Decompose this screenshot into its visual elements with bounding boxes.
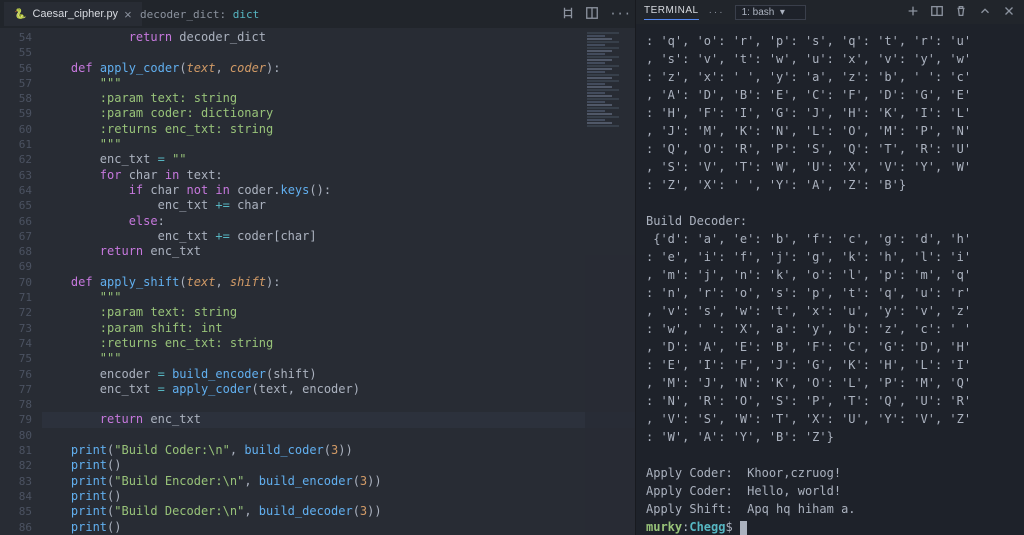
line-gutter: 5455565758596061626364656667686970717273… (0, 28, 42, 535)
editor-pane: 🐍 Caesar_cipher.py × ··· decoder_dict: d… (0, 0, 635, 535)
tab-bar: 🐍 Caesar_cipher.py × ··· (0, 0, 635, 28)
file-tab[interactable]: 🐍 Caesar_cipher.py × (4, 2, 142, 26)
code-content[interactable]: return decoder_dict def apply_coder(text… (42, 28, 635, 535)
split-editor-icon[interactable] (585, 6, 599, 23)
terminal-body[interactable]: : 'q', 'o': 'r', 'p': 's', 'q': 't', 'r'… (636, 24, 1024, 535)
minimap[interactable] (585, 28, 635, 535)
terminal-more-icon[interactable]: ··· (709, 7, 725, 18)
terminal-close-icon[interactable] (1002, 4, 1016, 21)
compare-changes-icon[interactable] (561, 6, 575, 23)
terminal-new-icon[interactable] (906, 4, 920, 21)
tab-filename: Caesar_cipher.py (32, 8, 118, 20)
terminal-cursor (740, 521, 747, 535)
signature-hint: decoder_dict: dict (140, 8, 259, 21)
terminal-pane: TERMINAL ··· 1: bash ▾ : 'q', 'o': ' (635, 0, 1024, 535)
terminal-header: TERMINAL ··· 1: bash ▾ (636, 0, 1024, 24)
terminal-tab[interactable]: TERMINAL (644, 5, 699, 20)
terminal-split-icon[interactable] (930, 4, 944, 21)
python-file-icon: 🐍 (14, 9, 26, 20)
terminal-shell-select[interactable]: 1: bash ▾ (735, 5, 806, 20)
tab-close-icon[interactable]: × (124, 7, 132, 22)
more-actions-icon[interactable]: ··· (609, 7, 631, 21)
terminal-kill-icon[interactable] (954, 4, 968, 21)
terminal-maximize-icon[interactable] (978, 4, 992, 21)
code-area[interactable]: 5455565758596061626364656667686970717273… (0, 28, 635, 535)
